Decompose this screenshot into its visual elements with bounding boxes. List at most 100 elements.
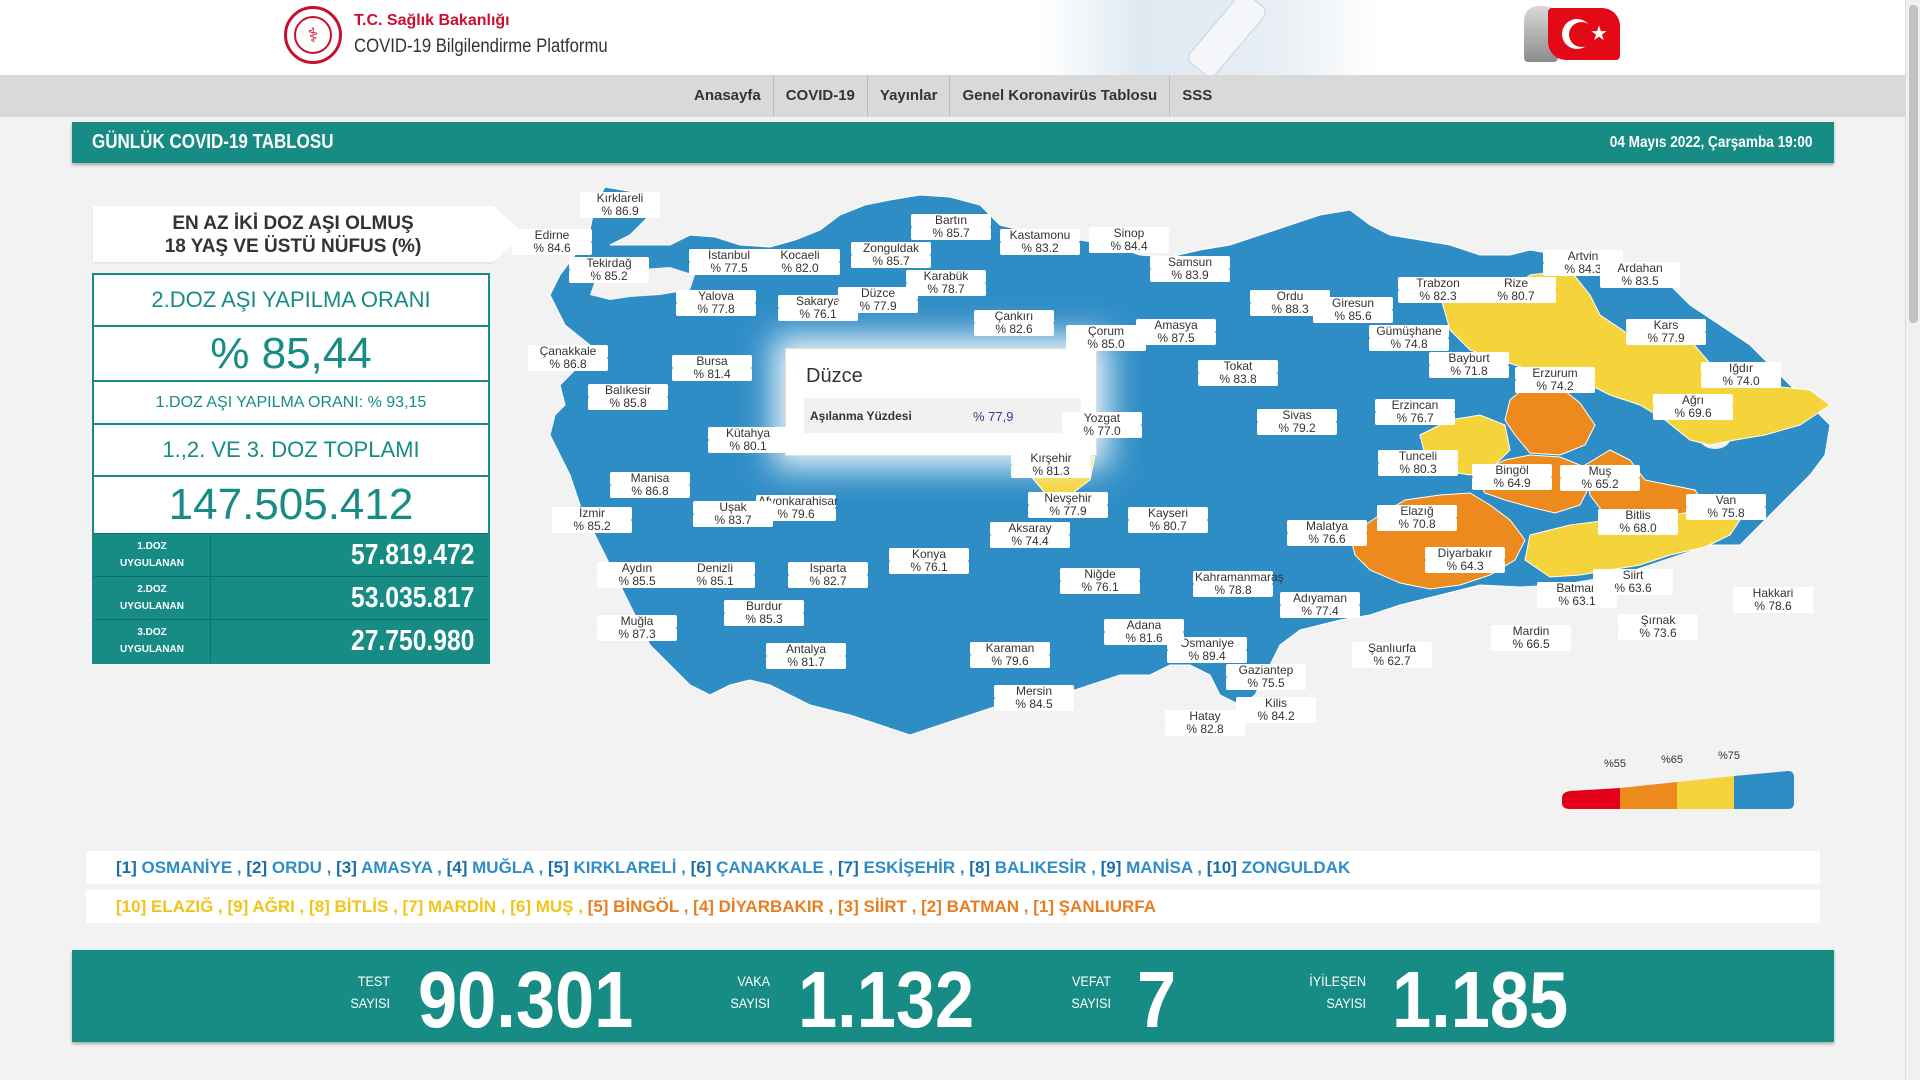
province-label[interactable]: Antalya% 81.7 [766,643,846,669]
province-label[interactable]: Mardin% 66.5 [1491,625,1571,651]
province-label[interactable]: Balıkesir% 85.8 [588,384,668,410]
province-label[interactable]: Rize% 80.7 [1476,277,1556,303]
ranking-separator: , [232,858,247,877]
province-label[interactable]: İzmir% 85.2 [552,507,632,533]
nav-home[interactable]: Anasayfa [682,75,774,117]
province-label[interactable]: Niğde% 76.1 [1060,568,1140,594]
ranking-separator: , [573,897,588,916]
province-label[interactable]: Bursa% 81.4 [672,355,752,381]
province-label[interactable]: Tekirdağ% 85.2 [569,257,649,283]
province-label[interactable]: Muğla% 87.3 [597,615,677,641]
province-label[interactable]: Çorum% 85.0 [1066,325,1146,351]
province-label[interactable]: Aydın% 85.5 [597,562,677,588]
province-label[interactable]: Sivas% 79.2 [1257,409,1337,435]
province-label[interactable]: Erzincan% 76.7 [1375,399,1455,425]
province-label[interactable]: Kütahya% 80.1 [708,427,788,453]
province-label[interactable]: Van% 75.8 [1686,494,1766,520]
province-label[interactable]: Kilis% 84.2 [1236,697,1316,723]
province-label[interactable]: Çankırı% 82.6 [974,310,1054,336]
province-label[interactable]: Malatya% 76.6 [1287,520,1367,546]
province-label[interactable]: Adana% 81.6 [1104,619,1184,645]
province-label[interactable]: Zonguldak% 85.7 [851,242,931,268]
province-label[interactable]: Ardahan% 83.5 [1600,262,1680,288]
province-value: % 85.2 [552,520,632,533]
province-label[interactable]: Gümüşhane% 74.8 [1369,325,1449,351]
province-label[interactable]: Erzurum% 74.2 [1515,367,1595,393]
ranking-position: [4] [446,858,473,877]
province-label[interactable]: İstanbul% 77.5 [689,249,769,275]
ranking-position: [8] [309,897,335,916]
province-label[interactable]: Isparta% 82.7 [788,562,868,588]
nav-faq[interactable]: SSS [1170,75,1224,117]
scrollbar-thumb[interactable] [1909,5,1918,323]
province-label[interactable]: Bayburt% 71.8 [1429,352,1509,378]
province-label[interactable]: Adıyaman% 77.4 [1280,592,1360,618]
province-label[interactable]: Kırklareli% 86.9 [580,192,660,218]
province-label[interactable]: Karaman% 79.6 [970,642,1050,668]
scrollbar[interactable] [1905,0,1920,1080]
province-label[interactable]: Mersin% 84.5 [994,685,1074,711]
province-label[interactable]: Manisa% 86.8 [610,472,690,498]
ministry-logo-icon[interactable]: ⚕ [284,6,342,64]
province-value: % 69.6 [1653,407,1733,420]
province-label[interactable]: Hatay% 82.8 [1165,710,1245,736]
ranking-province: MARDİN [428,897,497,916]
province-label[interactable]: Sinop% 84.4 [1089,227,1169,253]
nav-publications[interactable]: Yayınlar [868,75,951,117]
province-label[interactable]: Konya% 76.1 [889,548,969,574]
province-label[interactable]: Tunceli% 80.3 [1378,450,1458,476]
province-label[interactable]: Diyarbakır% 64.3 [1425,547,1505,573]
province-label[interactable]: Bitlis% 68.0 [1598,509,1678,535]
province-label[interactable]: Bingöl% 64.9 [1472,464,1552,490]
province-label[interactable]: Yalova% 77.8 [676,290,756,316]
province-label[interactable]: Burdur% 85.3 [724,600,804,626]
ranking-position: [8] [969,858,995,877]
province-label[interactable]: Karabük% 78.7 [906,270,986,296]
stat-cases-label: VAKA SAYISI [730,973,770,1011]
province-label[interactable]: Kars% 77.9 [1626,319,1706,345]
ranking-province: ŞANLIURFA [1058,897,1156,916]
province-label[interactable]: Şırnak% 73.6 [1618,614,1698,640]
province-label[interactable]: Uşak% 83.7 [693,501,773,527]
nav-general-table[interactable]: Genel Koronavirüs Tablosu [950,75,1171,117]
province-value: % 83.2 [1000,242,1080,255]
province-label[interactable]: Kocaeli% 82.0 [760,249,840,275]
province-label[interactable]: Aksaray% 74.4 [990,522,1070,548]
province-label[interactable]: Edirne% 84.6 [512,229,592,255]
province-label[interactable]: Gaziantep% 75.5 [1226,664,1306,690]
province-value: % 79.6 [970,655,1050,668]
province-label[interactable]: Nevşehir% 77.9 [1028,492,1108,518]
province-label[interactable]: Kırşehir% 81.3 [1011,452,1091,478]
province-label[interactable]: Kayseri% 80.7 [1128,507,1208,533]
ranking-position: [5] [587,897,614,916]
province-label[interactable]: Iğdır% 74.0 [1701,362,1781,388]
province-label[interactable]: Hakkari% 78.6 [1733,587,1813,613]
province-label[interactable]: Amasya% 87.5 [1136,319,1216,345]
province-value: % 78.8 [1193,584,1273,597]
nav-covid19[interactable]: COVID-19 [774,75,868,117]
province-label[interactable]: Kahramanmaraş% 78.8 [1193,571,1284,597]
province-label[interactable]: Şanlıurfa% 62.7 [1352,642,1432,668]
ranking-position: [10] [1206,858,1242,877]
province-value: % 80.1 [708,440,788,453]
province-label[interactable]: Düzce% 77.9 [838,287,918,313]
province-label[interactable]: Muş% 65.2 [1560,465,1640,491]
province-value: % 86.8 [610,485,690,498]
province-label[interactable]: Trabzon% 82.3 [1398,277,1478,303]
ranking-item: [9] MANİSA [1101,858,1193,877]
ranking-separator: , [533,858,548,877]
province-label[interactable]: Ağrı% 69.6 [1653,394,1733,420]
turkish-flag-icon: ★ [1548,8,1620,60]
province-label[interactable]: Yozgat% 77.0 [1062,412,1142,438]
province-label[interactable]: Denizli% 85.1 [675,562,755,588]
province-label[interactable]: Samsun% 83.9 [1150,256,1230,282]
province-value: % 89.4 [1167,650,1247,663]
province-label[interactable]: Bartın% 85.7 [911,214,991,240]
province-label[interactable]: Elazığ% 70.8 [1377,505,1457,531]
province-label[interactable]: Siirt% 63.6 [1593,569,1673,595]
province-label[interactable]: Tokat% 83.8 [1198,360,1278,386]
province-label[interactable]: Çanakkale% 86.8 [528,345,608,371]
province-label[interactable]: Giresun% 85.6 [1313,297,1393,323]
province-value: % 82.6 [974,323,1054,336]
province-label[interactable]: Kastamonu% 83.2 [1000,229,1080,255]
